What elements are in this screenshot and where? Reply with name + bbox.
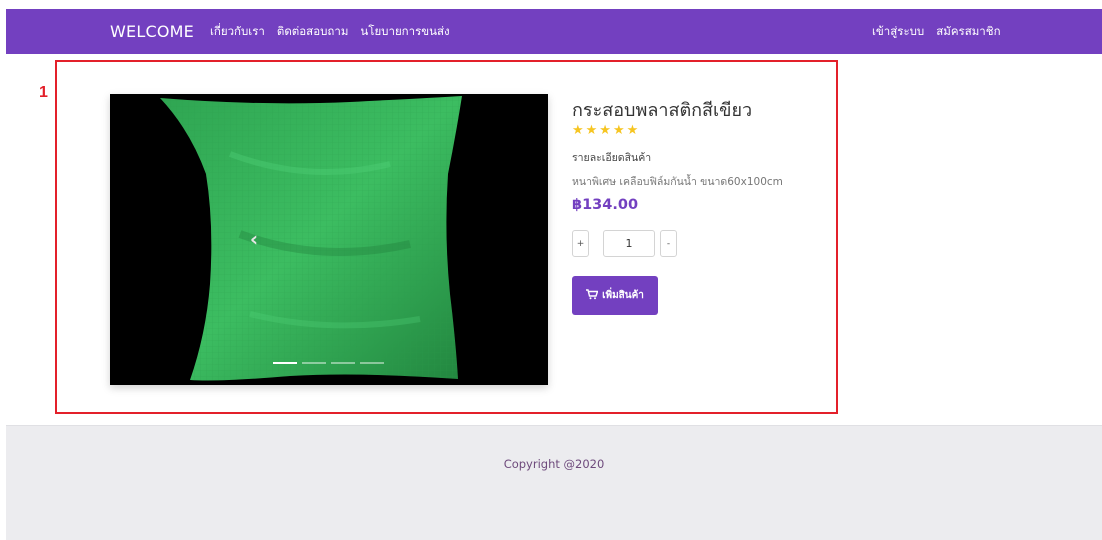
add-to-cart-label: เพิ่มสินค้า xyxy=(602,290,644,301)
carousel-indicators xyxy=(273,362,384,364)
nav-link-login[interactable]: เข้าสู่ระบบ xyxy=(872,23,924,41)
product-description: หนาพิเศษ เคลือบฟิล์มกันน้ำ ขนาด60x100cm xyxy=(572,176,783,188)
chevron-left-icon: ‹ xyxy=(249,227,259,251)
top-navbar: WELCOME เกี่ยวกับเรา ติดต่อสอบถาม นโยบาย… xyxy=(6,9,1102,54)
nav-link-contact[interactable]: ติดต่อสอบถาม xyxy=(277,23,349,41)
nav-left-group: WELCOME เกี่ยวกับเรา ติดต่อสอบถาม นโยบาย… xyxy=(110,9,462,54)
product-image xyxy=(160,96,462,381)
quantity-input[interactable] xyxy=(603,230,655,257)
nav-link-about[interactable]: เกี่ยวกับเรา xyxy=(210,23,265,41)
nav-right-group: เข้าสู่ระบบ สมัครสมาชิก xyxy=(872,9,1013,54)
product-price: ฿134.00 xyxy=(572,197,639,213)
add-to-cart-button[interactable]: เพิ่มสินค้า xyxy=(572,276,658,315)
carousel-prev-button[interactable]: ‹ xyxy=(244,227,264,251)
cart-icon xyxy=(586,288,599,303)
quantity-decrease-button[interactable]: - xyxy=(660,230,677,257)
star-rating: ★★★★★ xyxy=(572,123,641,138)
quantity-increase-button[interactable]: + xyxy=(572,230,589,257)
annotation-number: 1 xyxy=(39,84,48,101)
nav-link-register[interactable]: สมัครสมาชิก xyxy=(936,23,1000,41)
carousel-indicator[interactable] xyxy=(360,362,384,364)
copyright-text: Copyright @2020 xyxy=(503,457,605,471)
product-title: กระสอบพลาสติกสีเขียว xyxy=(572,100,753,121)
footer: Copyright @2020 xyxy=(6,425,1102,540)
brand-link[interactable]: WELCOME xyxy=(110,22,194,41)
details-label: รายละเอียดสินค้า xyxy=(572,152,652,164)
carousel-indicator[interactable] xyxy=(331,362,355,364)
carousel-indicator[interactable] xyxy=(302,362,326,364)
product-image-carousel[interactable]: ‹ › xyxy=(110,94,548,385)
carousel-indicator[interactable] xyxy=(273,362,297,364)
nav-link-shipping-policy[interactable]: นโยบายการขนส่ง xyxy=(360,23,449,41)
